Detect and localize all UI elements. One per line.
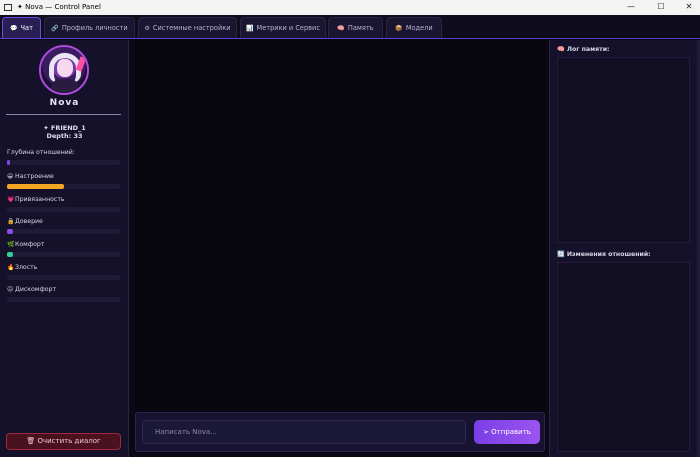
attachment-bar	[7, 207, 120, 212]
window-titlebar: ✦ Nova — Control Panel — ☐ ✕	[0, 0, 700, 15]
app-icon	[4, 4, 12, 11]
metric-label-depth: Глубина отношений:	[7, 149, 75, 156]
link-icon: 🔗	[51, 25, 59, 32]
tab-memory[interactable]: 🧠 Память	[328, 17, 383, 38]
discomfort-face-icon: 😖	[7, 286, 14, 293]
relationship-changes-box[interactable]	[557, 262, 690, 452]
tab-chat[interactable]: 💬 Чат	[2, 17, 41, 38]
discomfort-bar	[7, 297, 120, 302]
comfort-bar	[7, 252, 120, 257]
persona-name: Nova	[49, 98, 80, 108]
relationship-changes-title: 🔄 Изменения отношений:	[557, 251, 651, 258]
tab-metrics-service[interactable]: 📊 Метрики и Сервис	[240, 17, 326, 38]
relationship-status: ✦ FRIEND_1	[43, 124, 86, 132]
metric-label-anger: 🔥Злость	[7, 264, 38, 271]
brain-icon: 🧠	[337, 25, 345, 32]
maximize-button[interactable]: ☐	[652, 1, 670, 13]
tab-models[interactable]: 📦 Модели	[386, 17, 442, 38]
trust-bar	[7, 229, 120, 234]
trash-icon: 🗑	[26, 437, 36, 445]
clear-dialog-button[interactable]: 🗑 Очистить диалог	[6, 433, 121, 450]
heart-icon: 💗	[7, 196, 15, 203]
send-button[interactable]: ➢ Отправить	[474, 420, 540, 444]
anger-bar	[7, 275, 120, 280]
metric-label-attachment: 💗Привязанность	[7, 196, 65, 203]
depth-value: Depth: 33	[46, 132, 83, 140]
tab-system-settings[interactable]: ⚙ Системные настройки	[138, 17, 237, 38]
leaf-icon: 🌿	[7, 241, 15, 248]
chart-icon: 📊	[246, 25, 254, 32]
lock-icon: 🔒	[7, 218, 15, 225]
memory-log-title: 🧠 Лог памяти:	[557, 46, 610, 53]
input-bar: ➢ Отправить	[135, 412, 545, 452]
avatar	[39, 45, 89, 95]
message-input[interactable]	[142, 420, 466, 444]
gear-icon: ⚙	[144, 25, 150, 32]
close-button[interactable]: ✕	[680, 1, 698, 13]
depth-bar	[7, 160, 120, 165]
metric-label-mood: 😀 Настроение	[7, 173, 54, 180]
window-title: ✦ Nova — Control Panel	[17, 3, 101, 11]
metric-label-trust: 🔒Доверие	[7, 218, 43, 225]
minimize-button[interactable]: —	[622, 1, 640, 13]
tab-personality-profile[interactable]: 🔗 Профиль личности	[44, 17, 135, 38]
chat-bubble-icon: 💬	[10, 25, 18, 32]
smile-icon: 😀	[7, 173, 14, 180]
memory-log-box[interactable]	[557, 57, 690, 243]
mood-bar	[7, 184, 120, 189]
profile-sidebar: Nova ✦ FRIEND_1 Depth: 33 Глубина отноше…	[0, 40, 129, 457]
metric-label-comfort: 🌿Комфорт	[7, 241, 45, 248]
divider	[6, 114, 121, 115]
chat-area: ➢ Отправить	[130, 40, 549, 457]
fire-icon: 🔥	[7, 264, 15, 271]
metric-label-discomfort: 😖 Дискомфорт	[7, 286, 57, 293]
memory-panel: 🧠 Лог памяти: 🔄 Изменения отношений:	[549, 40, 700, 457]
box-icon: 📦	[395, 25, 403, 32]
chat-log[interactable]	[135, 40, 545, 410]
tab-bar: 💬 Чат 🔗 Профиль личности ⚙ Системные настро…	[0, 15, 700, 39]
